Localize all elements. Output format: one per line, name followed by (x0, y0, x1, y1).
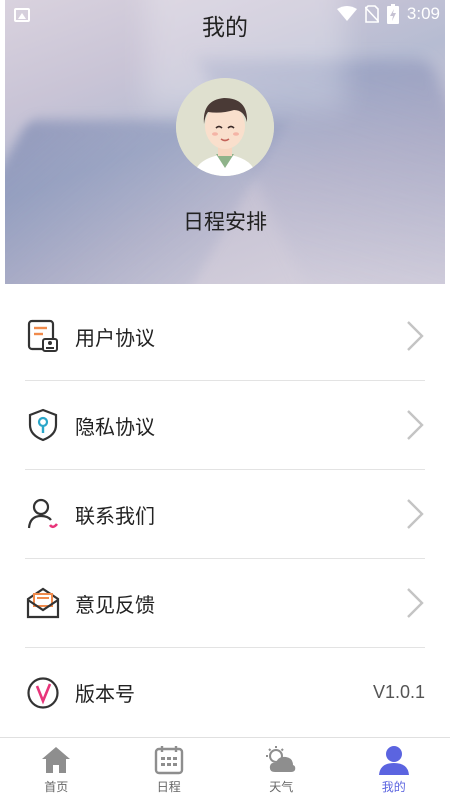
chevron-right-icon (407, 499, 424, 529)
menu-item-feedback[interactable]: 意见反馈 (25, 559, 425, 648)
nav-label: 日程 (156, 780, 181, 794)
version-value: V1.0.1 (372, 682, 425, 702)
nav-item-weather[interactable]: 天气 (225, 738, 338, 800)
nav-item-schedule[interactable]: 日程 (113, 738, 226, 800)
menu-item-label: 隐私协议 (75, 414, 155, 439)
chevron-right-icon (407, 410, 424, 440)
menu-item-label: 意见反馈 (75, 592, 155, 617)
avatar-illustration (176, 78, 274, 176)
menu-item-privacy-policy[interactable]: 隐私协议 (25, 381, 425, 470)
bottom-navigation: 首页 日程 天气 我的 (0, 737, 450, 800)
nav-label: 首页 (44, 780, 69, 794)
privacy-shield-icon (25, 407, 61, 443)
page-title: 我的 (202, 15, 248, 41)
calendar-icon (154, 746, 183, 775)
menu-item-label: 用户协议 (75, 325, 155, 350)
menu-item-user-agreement[interactable]: 用户协议 (25, 292, 425, 381)
username: 日程安排 (183, 210, 267, 234)
menu-item-label: 版本号 (75, 682, 135, 706)
chevron-right-icon (407, 321, 424, 351)
settings-menu: 用户协议 隐私协议 联系我们 意见反馈 版本号 V1.0.1 (25, 292, 425, 737)
feedback-mail-icon (25, 585, 61, 621)
version-v-icon (25, 675, 61, 711)
menu-item-contact-us[interactable]: 联系我们 (25, 470, 425, 559)
nav-label: 我的 (381, 780, 406, 794)
menu-item-label: 联系我们 (75, 503, 155, 528)
weather-icon (266, 746, 296, 772)
menu-item-version: 版本号 V1.0.1 (25, 648, 425, 737)
contact-person-icon (25, 496, 61, 532)
user-agreement-icon (25, 318, 61, 354)
profile-icon (378, 746, 409, 775)
nav-item-profile[interactable]: 我的 (338, 738, 450, 800)
chevron-right-icon (407, 588, 424, 618)
nav-label: 天气 (269, 780, 294, 794)
home-icon (42, 747, 71, 773)
nav-item-home[interactable]: 首页 (0, 738, 113, 800)
avatar[interactable] (176, 78, 274, 176)
